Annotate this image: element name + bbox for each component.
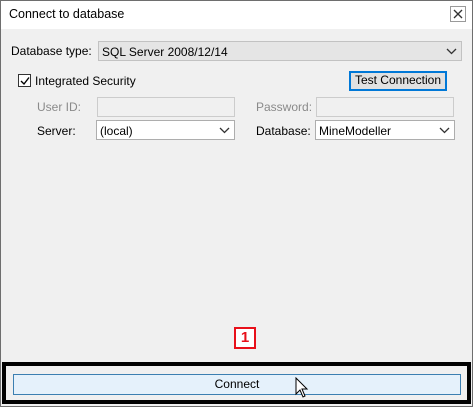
password-label: Password: xyxy=(256,100,313,114)
title-bar: Connect to database xyxy=(1,1,472,29)
window-title: Connect to database xyxy=(9,7,125,21)
chevron-down-icon xyxy=(446,48,457,55)
user-id-label: User ID: xyxy=(37,100,82,114)
server-label: Server: xyxy=(37,124,76,138)
database-select[interactable]: MineModeller xyxy=(315,120,455,140)
server-select[interactable]: (local) xyxy=(96,120,235,140)
test-connection-button[interactable]: Test Connection xyxy=(349,71,447,91)
checkmark-icon xyxy=(20,77,30,86)
integrated-security-label[interactable]: Integrated Security xyxy=(35,74,136,88)
database-type-select[interactable]: SQL Server 2008/12/14 xyxy=(98,41,462,61)
mouse-cursor-icon xyxy=(295,377,309,398)
close-icon xyxy=(453,9,463,19)
connect-dialog: Connect to database Database type: SQL S… xyxy=(0,0,473,407)
chevron-down-icon xyxy=(219,127,230,134)
close-button[interactable] xyxy=(450,6,466,22)
integrated-security-checkbox[interactable] xyxy=(18,74,31,87)
database-type-label: Database type: xyxy=(11,44,92,58)
annotation-marker: 1 xyxy=(234,327,256,349)
user-id-field[interactable] xyxy=(97,97,235,117)
database-type-value: SQL Server 2008/12/14 xyxy=(102,45,228,59)
password-field[interactable] xyxy=(316,97,454,117)
server-value: (local) xyxy=(100,124,133,138)
database-label: Database: xyxy=(256,124,311,138)
connect-button[interactable]: Connect xyxy=(13,374,461,395)
database-value: MineModeller xyxy=(319,124,392,138)
chevron-down-icon xyxy=(439,127,450,134)
